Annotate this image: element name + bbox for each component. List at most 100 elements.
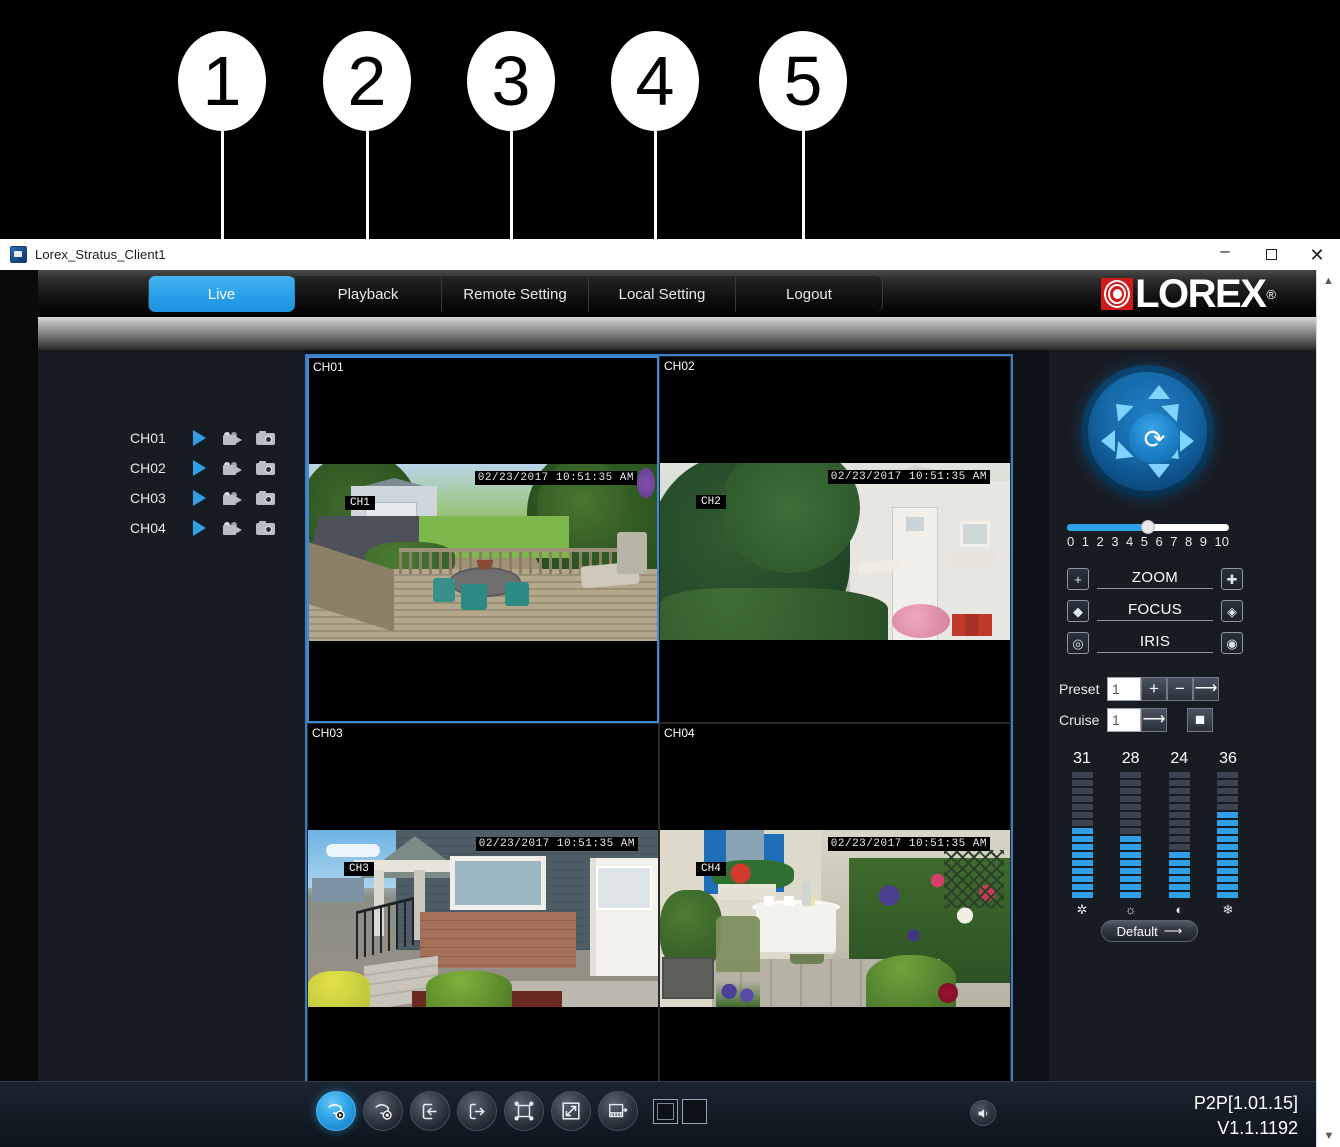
contrast-icon: ◐ [1175,902,1184,917]
video-camera-icon[interactable] [216,521,249,535]
play-icon[interactable] [183,490,216,506]
speed-knob[interactable] [1141,520,1155,534]
brightness-meter[interactable]: 28 ☼ [1114,750,1148,916]
minimize-button[interactable]: – [1202,239,1248,270]
chevron-up-icon[interactable]: ▲ [1317,270,1340,292]
iris-close-icon[interactable]: ◎ [1067,632,1089,654]
brightness-icon: ☼ [1124,902,1137,917]
record-all-button[interactable] [316,1091,356,1131]
iris-control-row: ◎ IRIS ◉ [1067,627,1243,659]
stop-record-all-button[interactable] [363,1091,403,1131]
hue-bars[interactable] [1071,772,1093,898]
channel-row: CH03 [130,483,282,513]
focus-far-icon[interactable]: ◈ [1221,600,1243,622]
saturation-bars[interactable] [1217,772,1239,898]
open-all-streams-button[interactable] [410,1091,450,1131]
contrast-bars[interactable] [1168,772,1190,898]
ptz-up-left-icon[interactable] [1108,396,1134,422]
osd-timestamp: 02/23/2017 10:51:35 AM [475,837,638,851]
ptz-joystick[interactable]: ⟳ [1081,365,1214,498]
speaker-icon[interactable] [970,1100,996,1126]
cruise-input[interactable]: 1 [1107,707,1141,732]
brightness-bars[interactable] [1120,772,1142,898]
video-cell-ch01[interactable]: CH01 02/23/2017 10:51:35 AM CH1 [307,356,659,723]
tab-live[interactable]: Live [148,275,295,312]
zoom-in-icon[interactable]: ✚ [1221,568,1243,590]
speed-tick: 9 [1199,534,1207,549]
callout-number: 4 [611,31,699,131]
ptz-direction-pad[interactable]: ⟳ [1088,372,1207,491]
channel-name: CH03 [130,490,166,506]
ptz-up-icon[interactable] [1148,385,1170,399]
close-button[interactable]: ✕ [1294,239,1340,270]
tab-remote-setting[interactable]: Remote Setting [442,275,589,312]
video-camera-icon[interactable] [216,491,249,505]
contrast-meter[interactable]: 24 ◐ [1162,750,1196,916]
hue-value: 31 [1073,750,1091,767]
layout-single-button[interactable] [653,1098,678,1124]
video-cell-ch04[interactable]: CH04 02/23/2017 10:51:35 AM CH4 [659,723,1011,1090]
osd-channel-label: CH3 [344,862,374,876]
cell-label: CH04 [664,726,695,740]
zoom-out-icon[interactable]: + [1067,568,1089,590]
default-label: Default [1116,923,1158,939]
ptz-speed-slider[interactable]: 0 1 2 3 4 5 6 7 8 9 10 [1067,520,1229,549]
speed-tick: 7 [1170,534,1178,549]
video-camera-icon[interactable] [216,461,249,475]
divider [1097,652,1213,653]
chevron-down-icon[interactable]: ▼ [1317,1125,1340,1147]
play-icon[interactable] [183,460,216,476]
default-button[interactable]: Default ⟶ [1101,920,1198,942]
preset-goto-icon[interactable]: ⟶ [1193,676,1219,701]
preset-add-button[interactable]: + [1141,676,1167,701]
app-header: Live Playback Remote Setting Local Setti… [0,270,1316,317]
scene-garden-shed [660,463,1010,640]
rotate-icon[interactable]: ⟳ [1129,413,1180,464]
lorex-logo: LOREX ® [1101,274,1276,314]
play-icon[interactable] [183,430,216,446]
preset-remove-button[interactable]: − [1167,676,1193,701]
ptz-down-icon[interactable] [1148,464,1170,478]
contrast-value: 24 [1170,750,1189,767]
speed-tick: 2 [1096,534,1104,549]
focus-near-icon[interactable]: ◆ [1067,600,1089,622]
hue-icon: ✲ [1076,902,1088,917]
photo-camera-icon[interactable] [249,521,282,535]
channel-list: CH01 CH02 CH03 CH04 [130,423,282,543]
preset-input[interactable]: 1 [1107,676,1141,701]
speed-tick: 3 [1111,534,1119,549]
preset-row: Preset 1 + − ⟶ [1059,673,1259,704]
cruise-stop-icon[interactable]: ■ [1187,707,1213,732]
vertical-scrollbar[interactable]: ▲ ▼ [1316,270,1340,1147]
layout-quad-button[interactable] [682,1098,707,1124]
photo-camera-icon[interactable] [249,431,282,445]
video-feed: 02/23/2017 10:51:35 AM CH4 [660,830,1010,1007]
maximize-button[interactable] [1248,239,1294,270]
saturation-meter[interactable]: 36 ❄ [1211,750,1245,916]
video-feed: 02/23/2017 10:51:35 AM CH3 [308,830,658,1007]
header-gradient-strip [0,317,1316,350]
hue-meter[interactable]: 31 ✲ [1065,750,1099,916]
play-icon[interactable] [183,520,216,536]
fullscreen-button[interactable] [551,1091,591,1131]
divider [1097,620,1213,621]
close-all-streams-button[interactable] [457,1091,497,1131]
speed-track[interactable] [1067,520,1229,534]
video-cell-ch02[interactable]: CH02 02/23/2017 10:51:35 AM CH2 [659,356,1011,723]
lens-controls: + ZOOM ✚ ◆ FOCUS ◈ ◎ IRIS ◉ [1067,563,1243,659]
tab-playback[interactable]: Playback [295,275,442,312]
iris-open-icon[interactable]: ◉ [1221,632,1243,654]
cruise-goto-icon[interactable]: ⟶ [1141,707,1167,732]
p2p-version: P2P[1.01.15] [1193,1093,1298,1114]
speed-tick: 1 [1081,534,1089,549]
video-cell-ch03[interactable]: CH03 02/23/2017 10:51:35 AM CH3 [307,723,659,1090]
video-camera-icon[interactable] [216,431,249,445]
photo-camera-icon[interactable] [249,461,282,475]
ptz-panel: ⟳ 0 1 2 3 4 5 6 7 8 9 10 + ZOOM ✚ ◆ FOCU… [1049,350,1316,1147]
tab-local-setting[interactable]: Local Setting [589,275,736,312]
snapshot-button[interactable] [504,1091,544,1131]
tab-logout[interactable]: Logout [736,275,883,312]
playback-clip-button[interactable] [598,1091,638,1131]
callout-leader-line [510,131,513,251]
photo-camera-icon[interactable] [249,491,282,505]
